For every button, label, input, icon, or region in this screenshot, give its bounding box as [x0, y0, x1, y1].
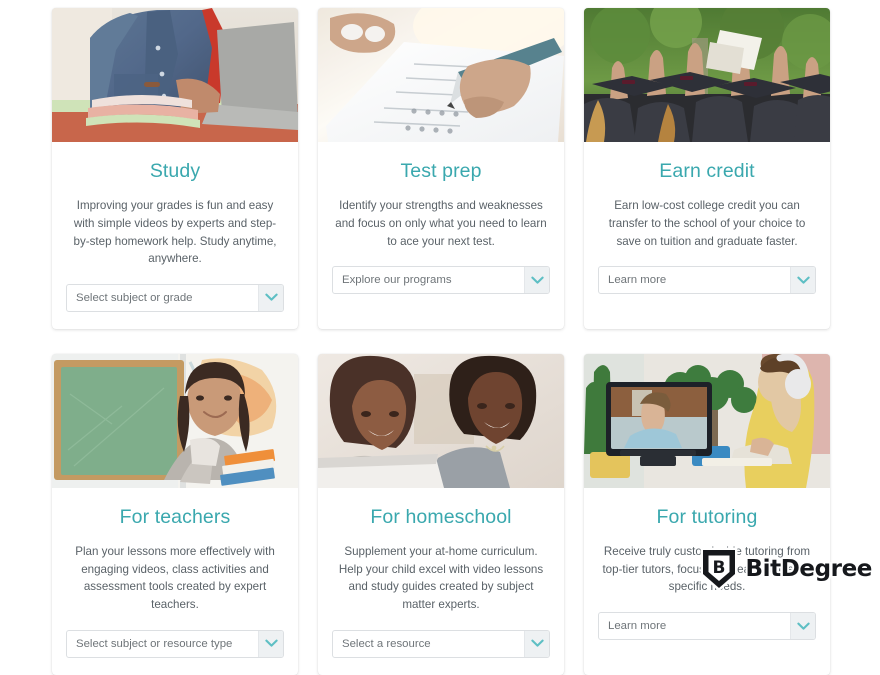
select-learn-more-earn-credit[interactable]: Learn more [598, 266, 816, 295]
chevron-down-icon[interactable] [258, 284, 283, 311]
select-explore-our-programs[interactable]: Explore our programs [332, 266, 550, 295]
chevron-down-icon[interactable] [524, 630, 549, 657]
card-body-earn-credit: Earn credit Earn low-cost college credit… [584, 142, 830, 250]
card-body-study: Study Improving your grades is fun and e… [52, 142, 298, 268]
card-title-for-homeschool: For homeschool [370, 505, 512, 528]
card-description-for-tutoring: Receive truly customizable tutoring from… [602, 545, 812, 594]
select-a-resource[interactable]: Select a resource [332, 629, 550, 658]
card-body-for-teachers: For teachers Plan your lessons more effe… [52, 488, 298, 614]
card-body-for-tutoring: For tutoring Receive truly customizable … [584, 488, 830, 596]
card-description-earn-credit: Earn low-cost college credit you can tra… [608, 199, 806, 248]
chevron-down-icon[interactable] [790, 267, 815, 294]
category-card-for-teachers[interactable]: For teachers Plan your lessons more effe… [52, 353, 298, 675]
card-image-study [52, 8, 298, 142]
select-learn-more-for-tutoring[interactable]: Learn more [598, 612, 816, 641]
card-title-test-prep: Test prep [400, 160, 482, 182]
card-title-for-tutoring: For tutoring [656, 505, 758, 528]
select-value-test-prep: Explore our programs [342, 274, 452, 287]
category-card-for-tutoring[interactable]: For tutoring Receive truly customizable … [584, 353, 830, 675]
card-title-earn-credit: Earn credit [659, 160, 755, 182]
category-card-earn-credit[interactable]: Earn credit Earn low-cost college credit… [584, 8, 830, 329]
chevron-down-icon[interactable] [524, 267, 549, 294]
chevron-down-icon[interactable] [790, 613, 815, 640]
card-description-test-prep: Identify your strengths and weaknesses a… [335, 199, 547, 248]
card-image-test-prep [318, 8, 564, 142]
card-title-for-teachers: For teachers [119, 505, 231, 528]
category-cards-page: Study Improving your grades is fun and e… [0, 0, 880, 675]
category-card-study[interactable]: Study Improving your grades is fun and e… [52, 8, 298, 329]
select-subject-or-resource-type[interactable]: Select subject or resource type [66, 629, 284, 658]
category-card-test-prep[interactable]: Test prep Identify your strengths and we… [318, 8, 564, 329]
card-body-for-homeschool: For homeschool Supplement your at-home c… [318, 488, 564, 614]
card-image-earn-credit [584, 8, 830, 142]
select-value-for-tutoring: Learn more [608, 620, 667, 633]
select-value-earn-credit: Learn more [608, 274, 667, 287]
chevron-down-icon[interactable] [258, 630, 283, 657]
card-description-study: Improving your grades is fun and easy wi… [73, 199, 277, 266]
select-value-study: Select subject or grade [76, 291, 193, 304]
card-image-for-tutoring [584, 353, 830, 488]
card-body-test-prep: Test prep Identify your strengths and we… [318, 142, 564, 250]
select-value-for-homeschool: Select a resource [342, 637, 431, 650]
card-description-for-homeschool: Supplement your at-home curriculum. Help… [338, 545, 544, 612]
category-card-for-homeschool[interactable]: For homeschool Supplement your at-home c… [318, 353, 564, 675]
select-value-for-teachers: Select subject or resource type [76, 637, 233, 650]
card-title-study: Study [149, 160, 201, 182]
card-image-for-homeschool [318, 353, 564, 488]
category-card-grid: Study Improving your grades is fun and e… [52, 8, 830, 675]
card-description-for-teachers: Plan your lessons more effectively with … [75, 545, 275, 612]
select-subject-or-grade[interactable]: Select subject or grade [66, 283, 284, 312]
card-image-for-teachers [52, 353, 298, 488]
